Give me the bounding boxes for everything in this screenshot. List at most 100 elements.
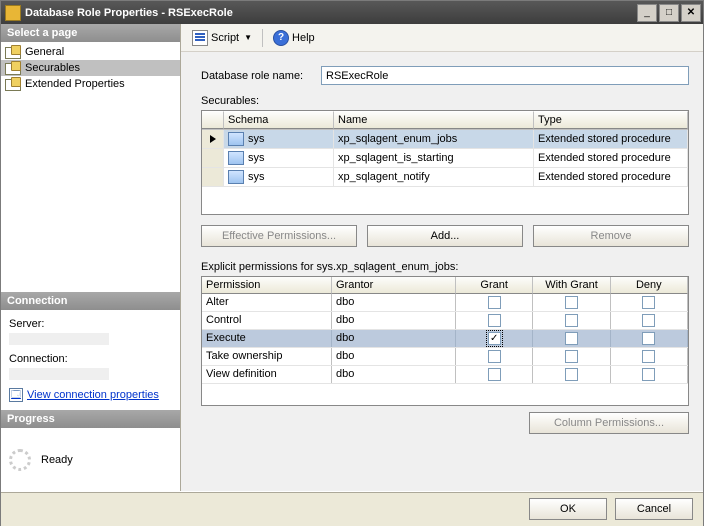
role-name-input[interactable] — [321, 66, 689, 85]
perm-col-grantor[interactable]: Grantor — [332, 277, 456, 294]
checkbox[interactable] — [565, 332, 578, 345]
toolbar: Script ▼ ? Help — [181, 24, 703, 52]
column-permissions-button[interactable]: Column Permissions... — [529, 412, 689, 434]
permission-grantor: dbo — [332, 348, 456, 365]
help-label: Help — [292, 32, 315, 44]
securable-name: xp_sqlagent_is_starting — [334, 149, 534, 167]
permission-deny-cell — [611, 366, 688, 383]
permissions-grid[interactable]: Permission Grantor Grant With Grant Deny… — [201, 276, 689, 406]
titlebar: Database Role Properties - RSExecRole _ … — [1, 1, 703, 24]
securables-col-selector — [202, 111, 224, 129]
securables-label: Securables: — [201, 95, 689, 107]
perm-col-grant[interactable]: Grant — [456, 277, 533, 294]
role-name-label: Database role name: — [201, 70, 321, 82]
view-connection-properties-link[interactable]: 🗔 View connection properties — [9, 388, 172, 402]
server-label: Server: — [9, 318, 172, 330]
permission-deny-cell — [611, 348, 688, 365]
effective-permissions-button[interactable]: Effective Permissions... — [201, 225, 357, 247]
permission-name: View definition — [202, 366, 332, 383]
help-button[interactable]: ? Help — [268, 28, 320, 48]
page-item-label: Securables — [25, 62, 80, 74]
permission-row[interactable]: View definitiondbo — [202, 366, 688, 384]
progress-spinner-icon — [9, 449, 31, 471]
page-item-general[interactable]: General — [1, 44, 180, 60]
checkbox[interactable] — [488, 332, 501, 345]
checkbox[interactable] — [565, 368, 578, 381]
checkbox[interactable] — [565, 350, 578, 363]
securables-col-schema[interactable]: Schema — [224, 111, 334, 129]
securable-name: xp_sqlagent_notify — [334, 168, 534, 186]
permission-row[interactable]: Take ownershipdbo — [202, 348, 688, 366]
select-page-header: Select a page — [1, 24, 180, 42]
left-pane: Select a page General Securables Extended … — [1, 24, 181, 491]
connection-icon: 🗔 — [9, 388, 23, 402]
checkbox[interactable] — [488, 314, 501, 327]
help-icon: ? — [273, 30, 289, 46]
page-icon — [5, 61, 21, 75]
right-pane: Script ▼ ? Help Database role name: Secu… — [181, 24, 703, 491]
add-button[interactable]: Add... — [367, 225, 523, 247]
perm-col-withgrant[interactable]: With Grant — [533, 277, 610, 294]
permission-grant-cell — [456, 330, 533, 347]
script-label: Script — [211, 32, 239, 44]
progress-status: Ready — [41, 454, 73, 466]
permission-deny-cell — [611, 330, 688, 347]
securable-schema: sys — [224, 130, 334, 148]
cancel-button[interactable]: Cancel — [615, 498, 693, 520]
page-item-securables[interactable]: Securables — [1, 60, 180, 76]
remove-button[interactable]: Remove — [533, 225, 689, 247]
dialog-footer: OK Cancel — [1, 491, 703, 526]
securable-row[interactable]: sysxp_sqlagent_enum_jobsExtended stored … — [202, 130, 688, 149]
page-list: General Securables Extended Properties — [1, 42, 180, 292]
page-icon — [5, 77, 21, 91]
permission-withgrant-cell — [533, 366, 610, 383]
perm-col-deny[interactable]: Deny — [611, 277, 688, 294]
perm-col-permission[interactable]: Permission — [202, 277, 332, 294]
permission-deny-cell — [611, 312, 688, 329]
page-item-label: Extended Properties — [25, 78, 125, 90]
window-icon — [5, 5, 21, 21]
script-icon — [192, 30, 208, 46]
page-item-extended-properties[interactable]: Extended Properties — [1, 76, 180, 92]
window-title: Database Role Properties - RSExecRole — [25, 7, 635, 19]
permission-grantor: dbo — [332, 366, 456, 383]
checkbox[interactable] — [642, 314, 655, 327]
checkbox[interactable] — [488, 296, 501, 309]
checkbox[interactable] — [565, 314, 578, 327]
permission-row[interactable]: Alterdbo — [202, 294, 688, 312]
securables-col-name[interactable]: Name — [334, 111, 534, 129]
checkbox[interactable] — [642, 368, 655, 381]
ok-button[interactable]: OK — [529, 498, 607, 520]
securable-row[interactable]: sysxp_sqlagent_is_startingExtended store… — [202, 149, 688, 168]
checkbox[interactable] — [488, 368, 501, 381]
securables-grid[interactable]: Schema Name Type sysxp_sqlagent_enum_job… — [201, 110, 689, 215]
permission-row[interactable]: Executedbo — [202, 330, 688, 348]
securable-name: xp_sqlagent_enum_jobs — [334, 130, 534, 148]
checkbox[interactable] — [565, 296, 578, 309]
row-selector — [202, 168, 224, 186]
script-button[interactable]: Script ▼ — [187, 28, 257, 48]
permission-row[interactable]: Controldbo — [202, 312, 688, 330]
row-selector — [202, 130, 224, 148]
checkbox[interactable] — [642, 350, 655, 363]
permission-grant-cell — [456, 348, 533, 365]
checkbox[interactable] — [642, 296, 655, 309]
row-selector — [202, 149, 224, 167]
permission-grant-cell — [456, 294, 533, 311]
securable-type: Extended stored procedure — [534, 149, 688, 167]
explicit-permissions-label: Explicit permissions for sys.xp_sqlagent… — [201, 261, 689, 273]
permission-grant-cell — [456, 312, 533, 329]
permission-name: Execute — [202, 330, 332, 347]
maximize-button[interactable]: □ — [659, 4, 679, 22]
permission-deny-cell — [611, 294, 688, 311]
securable-row[interactable]: sysxp_sqlagent_notifyExtended stored pro… — [202, 168, 688, 187]
minimize-button[interactable]: _ — [637, 4, 657, 22]
close-button[interactable]: ✕ — [681, 4, 701, 22]
connection-body: Server: Connection: 🗔 View connection pr… — [1, 310, 180, 410]
securables-col-type[interactable]: Type — [534, 111, 688, 129]
checkbox[interactable] — [642, 332, 655, 345]
checkbox[interactable] — [488, 350, 501, 363]
permission-grantor: dbo — [332, 294, 456, 311]
progress-header: Progress — [1, 410, 180, 428]
permission-grantor: dbo — [332, 312, 456, 329]
